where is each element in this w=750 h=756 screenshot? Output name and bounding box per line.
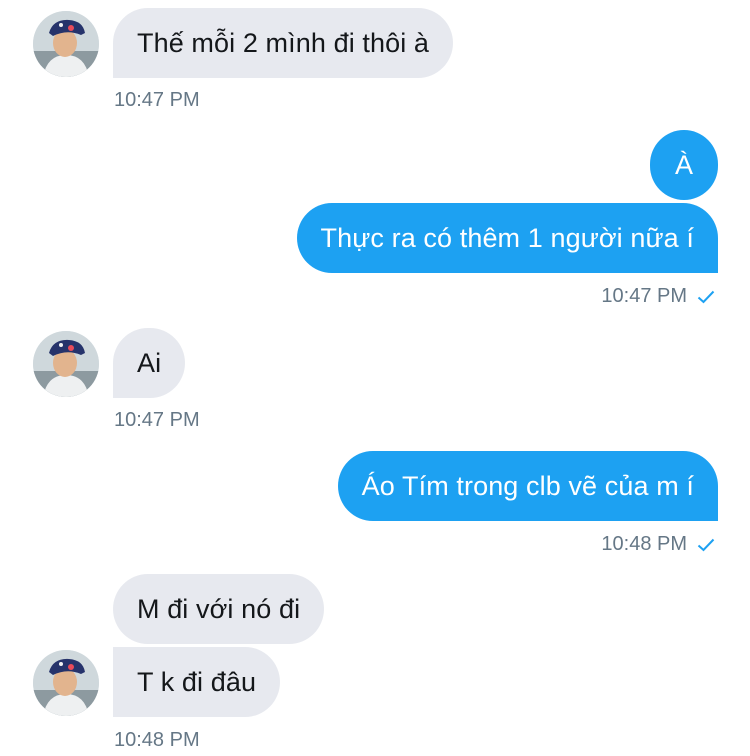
timestamp-text: 10:47 PM [601, 285, 687, 307]
message-timestamp: 10:47 PM [114, 89, 200, 111]
check-icon [697, 538, 715, 552]
check-icon [697, 290, 715, 304]
incoming-message[interactable]: M đi với nó đi [113, 574, 325, 644]
incoming-message[interactable]: T k đi đâu [113, 647, 281, 717]
message-timestamp: 10:48 PM [114, 729, 200, 751]
avatar[interactable] [33, 331, 99, 397]
message-timestamp: 10:48 PM [601, 533, 715, 556]
outgoing-message[interactable]: Áo Tím trong clb vẽ của m í [337, 451, 718, 521]
user-avatar-icon [33, 331, 99, 397]
outgoing-message[interactable]: À [650, 130, 718, 200]
message-timestamp: 10:47 PM [601, 285, 715, 308]
outgoing-message[interactable]: Thực ra có thêm 1 người nữa í [296, 203, 718, 273]
timestamp-text: 10:48 PM [601, 533, 687, 555]
user-avatar-icon [33, 650, 99, 716]
incoming-message[interactable]: Ai [113, 328, 186, 398]
avatar[interactable] [33, 11, 99, 77]
user-avatar-icon [33, 11, 99, 77]
avatar[interactable] [33, 650, 99, 716]
incoming-message[interactable]: Thế mỗi 2 mình đi thôi à [113, 8, 454, 78]
message-timestamp: 10:47 PM [114, 409, 200, 431]
